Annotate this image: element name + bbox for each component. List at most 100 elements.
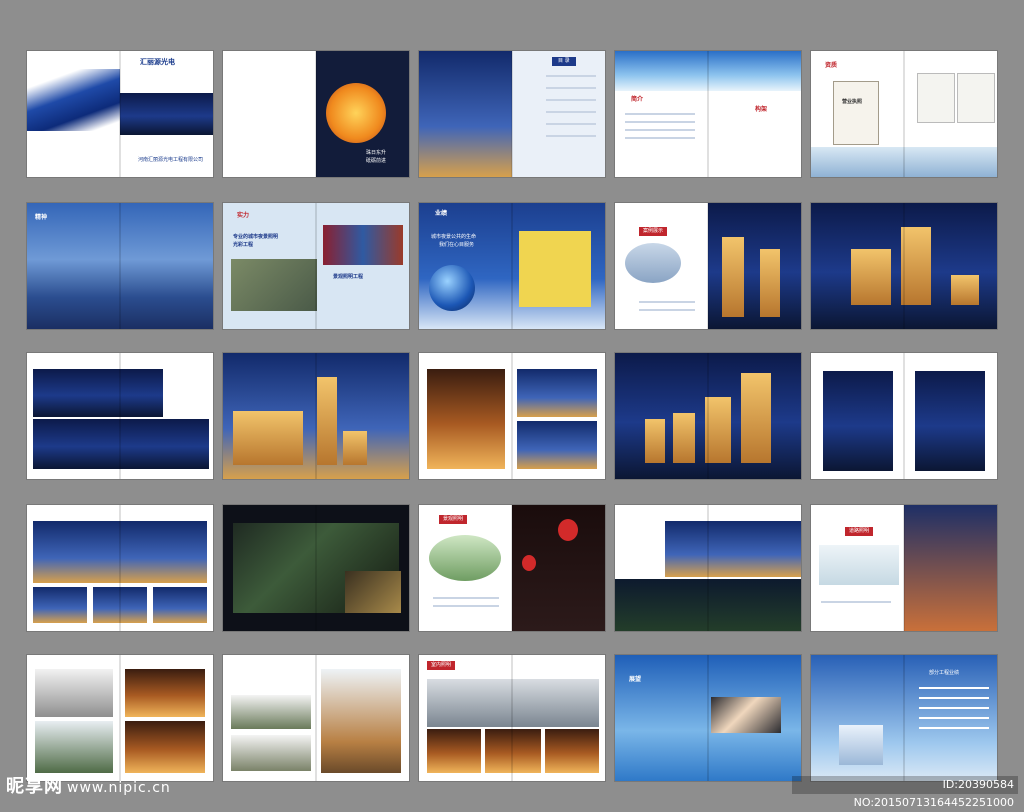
sketch-illustration	[819, 545, 899, 585]
toc-line	[546, 123, 596, 125]
case-title-badge: 室内照明	[427, 661, 456, 670]
page-fold	[511, 51, 513, 177]
tower-night-photo	[915, 371, 985, 471]
red-lantern	[522, 555, 536, 571]
closing-text-line	[919, 687, 989, 689]
colonnade-photo	[427, 369, 505, 469]
toc-line	[546, 87, 596, 89]
cover-left-page	[27, 51, 120, 177]
sunset-right-page: 珠日东升 砥砺前进	[316, 51, 409, 177]
toc-line	[546, 111, 596, 113]
clock-tower	[317, 377, 337, 465]
page-fold	[315, 353, 317, 479]
intro-right-title: 构架	[755, 106, 768, 113]
spread-case14	[223, 655, 409, 781]
spread-intro: 简介 构架	[615, 51, 801, 177]
spread-case3	[27, 353, 213, 479]
tree-lined-street-photo	[321, 669, 401, 773]
spread-case10: 景观照明	[419, 505, 605, 631]
spread-outlook: 展望	[615, 655, 801, 781]
lit-tower	[741, 373, 771, 463]
watermark-url: www.nipic.cn	[67, 780, 171, 796]
page-fold	[315, 655, 317, 781]
building-night-photo	[125, 721, 205, 773]
cover-company-name: 河南汇丽源光电工程有限公司	[138, 157, 204, 163]
closing-text-line	[919, 727, 989, 729]
page-fold	[707, 203, 709, 329]
strength-banner-line1: 专业的城市夜景照明	[233, 234, 279, 240]
lit-tower	[673, 413, 695, 463]
toc-tab: 目 录	[552, 57, 576, 66]
lit-building	[851, 249, 891, 305]
spread-case15: 室内照明	[419, 655, 605, 781]
case-title-badge: 案例展示	[639, 227, 668, 236]
equipment-photo	[231, 259, 317, 311]
roadside-photo	[231, 735, 311, 771]
page-fold	[315, 51, 317, 177]
page-fold	[315, 203, 317, 329]
detail-inset-photo	[345, 571, 401, 613]
globe-graphic	[429, 265, 475, 311]
watermark-logo: 昵享网 www.nipic.cn	[6, 772, 171, 798]
page-fold	[119, 505, 121, 631]
sunset-poem-line2: 砥砺前进	[366, 158, 387, 164]
growth-chart-graphic	[839, 725, 883, 765]
spread-business: 业绩 城市夜景公共的生命 我们在心目服务	[419, 203, 605, 329]
credentials-title: 资质	[825, 62, 838, 69]
page-fold	[707, 505, 709, 631]
spread-sunset: 珠日东升 砥砺前进	[223, 51, 409, 177]
red-lantern	[558, 519, 578, 541]
certificate-image	[917, 73, 955, 123]
award-certificates-photo	[323, 225, 403, 265]
intro-text-line	[625, 129, 695, 131]
page-fold	[315, 505, 317, 631]
cover-wave-graphic	[27, 69, 120, 131]
interior-photo	[427, 729, 481, 773]
spirit-title: 精神	[35, 214, 48, 221]
spread-case13	[27, 655, 213, 781]
toc-right-page: 目 录	[512, 51, 605, 177]
outlook-title: 展望	[629, 676, 642, 683]
page-fold	[119, 203, 121, 329]
interior-photo	[545, 729, 599, 773]
spread-spirit: 精神	[27, 203, 213, 329]
case1-towers-photo	[708, 203, 801, 329]
brochure-spread-grid: 汇丽源光电 河南汇丽源光电工程有限公司 珠日东升 砥砺前进 目 录 简介 构架 …	[0, 0, 1024, 802]
spread-case6	[615, 353, 801, 479]
case-text-line	[639, 301, 695, 303]
building-night-photo	[125, 669, 205, 717]
roadside-photo	[231, 695, 311, 729]
garden-oval-photo	[429, 535, 501, 581]
case-text-line	[821, 601, 891, 603]
villa-photo	[517, 421, 597, 469]
spread-case5	[419, 353, 605, 479]
meeting-room-photo	[427, 679, 599, 727]
lit-tower	[760, 249, 780, 317]
page-fold	[707, 51, 709, 177]
closing-text-line	[919, 717, 989, 719]
lit-tower	[722, 237, 744, 317]
spread-credentials: 资质 营业执照	[811, 51, 997, 177]
spread-cover: 汇丽源光电 河南汇丽源光电工程有限公司	[27, 51, 213, 177]
spread-toc: 目 录	[419, 51, 605, 177]
page-fold	[707, 353, 709, 479]
tower-night-photo	[823, 371, 893, 471]
lit-building	[901, 227, 931, 305]
interior-photo	[485, 729, 541, 773]
closing-text-line	[919, 697, 989, 699]
page-fold	[903, 353, 905, 479]
intro-text-line	[625, 121, 695, 123]
cover-city-photo	[120, 93, 213, 135]
strength-banner-line3: 景观照明工程	[333, 274, 364, 280]
closing-text-line	[919, 707, 989, 709]
page-fold	[119, 51, 121, 177]
spread-case8	[27, 505, 213, 631]
thumbnail-photo	[153, 587, 207, 623]
highway-night-photo	[904, 505, 997, 631]
lit-building	[951, 275, 979, 305]
strength-banner-line2: 光彩工程	[233, 242, 254, 248]
spread-case12: 道路照明	[811, 505, 997, 631]
lit-tower	[645, 419, 665, 463]
watermark-brand: 昵享网	[6, 776, 63, 797]
intro-text-line	[625, 113, 695, 115]
